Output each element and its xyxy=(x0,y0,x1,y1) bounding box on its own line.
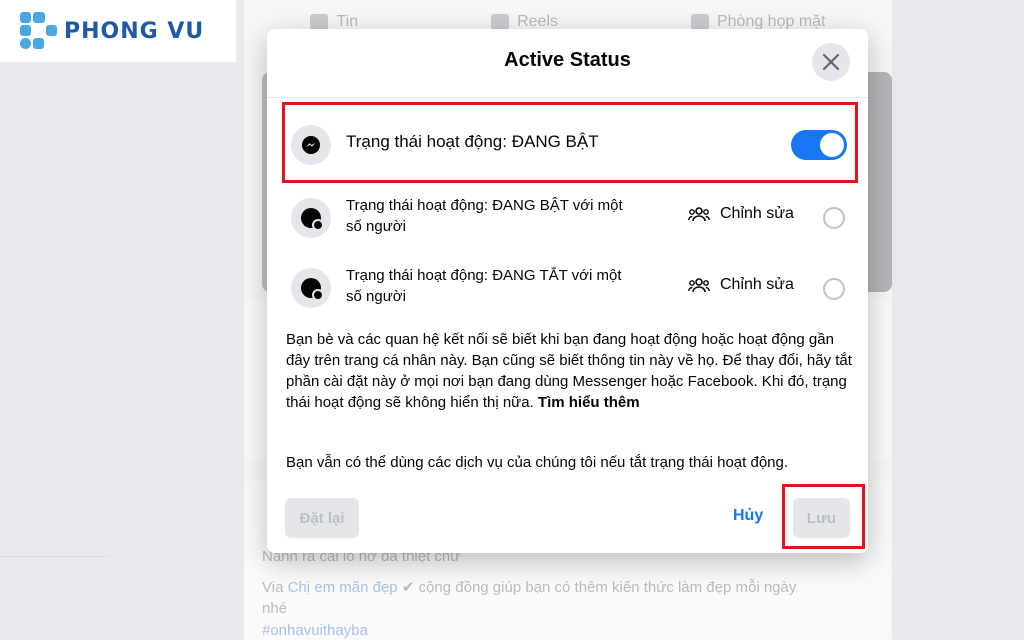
reset-button[interactable]: Đặt lại xyxy=(285,498,359,538)
messenger-icon xyxy=(291,125,331,165)
save-button[interactable]: Lưu xyxy=(793,498,850,538)
option-label: Trạng thái hoạt động: ĐANG TẮT với một s… xyxy=(346,267,622,305)
close-button[interactable] xyxy=(812,43,850,81)
check-icon: ✔ xyxy=(401,579,415,596)
people-icon xyxy=(688,207,710,222)
status-dot-icon xyxy=(291,198,331,238)
people-icon xyxy=(688,278,710,293)
divider xyxy=(0,556,110,557)
radio-button[interactable] xyxy=(823,207,845,229)
phongvu-logo: PHONG VU xyxy=(0,0,236,62)
radio-button[interactable] xyxy=(823,278,845,300)
post-hashtag[interactable]: #onhavuithayba xyxy=(262,622,368,639)
group-link[interactable]: Chị em mãn đẹp xyxy=(288,579,398,596)
active-status-toggle[interactable] xyxy=(791,130,847,160)
close-icon xyxy=(822,53,840,71)
edit-button[interactable]: Chỉnh sửa xyxy=(688,276,794,294)
logo-text: PHONG VU xyxy=(64,18,205,44)
option-off-some-people[interactable]: Trạng thái hoạt động: ĐANG TẮT với một s… xyxy=(291,265,845,309)
video-icon xyxy=(690,14,709,30)
option-active-on[interactable]: Trạng thái hoạt động: ĐANG BẬT xyxy=(291,125,847,165)
logo-mark-icon xyxy=(20,12,58,50)
description-text: Bạn bè và các quan hệ kết nối sẽ biết kh… xyxy=(286,331,852,411)
active-status-dialog: Active Status Trạng thái hoạt động: ĐANG… xyxy=(267,29,868,553)
status-dot-icon xyxy=(291,268,331,308)
dialog-title: Active Status xyxy=(504,49,631,71)
option-label: Trạng thái hoạt động: ĐANG BẬT xyxy=(346,132,599,151)
cancel-button[interactable]: Hủy xyxy=(733,507,763,525)
learn-more-link[interactable]: Tìm hiểu thêm xyxy=(538,394,640,411)
option-label: Trạng thái hoạt động: ĐANG BẬT với một s… xyxy=(346,197,623,235)
post-via: Via Chị em mãn đẹp ✔ cộng đồng giúp bạn … xyxy=(262,579,797,596)
option-on-some-people[interactable]: Trạng thái hoạt động: ĐANG BẬT với một s… xyxy=(291,195,845,239)
note-text: Bạn vẫn có thể dùng các dịch vụ của chún… xyxy=(286,454,789,471)
toggle-knob xyxy=(820,133,844,157)
reels-icon xyxy=(491,14,510,30)
dialog-header: Active Status xyxy=(267,29,868,98)
post-text: nhé xyxy=(262,600,288,617)
book-icon xyxy=(310,14,329,30)
edit-button[interactable]: Chỉnh sửa xyxy=(688,205,794,223)
